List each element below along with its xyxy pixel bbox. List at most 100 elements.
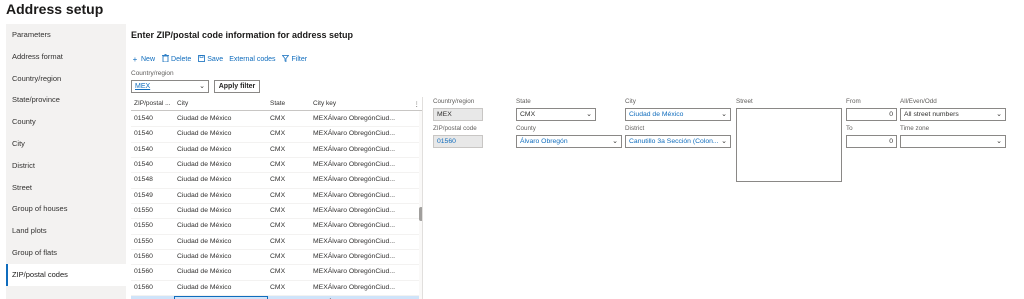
cell-state: CMX [270,191,286,199]
cell-city-key: MEXÁlvaro ObregónCiud... [313,222,395,230]
table-row[interactable]: 01560 Ciudad de México CMX MEXÁlvaro Obregó… [131,281,419,297]
city-label: City [625,98,636,105]
cell-city: Ciudad de México [177,222,232,230]
table-row[interactable]: 01540 Ciudad de México CMX MEXÁlvaro Obregó… [131,127,419,143]
country-field: MEX [433,108,483,121]
cell-state: CMX [270,176,286,184]
from-label: From [846,98,861,105]
sidebar-item-district[interactable]: District [6,155,126,177]
delete-button-label: Delete [171,55,192,63]
cell-city: Ciudad de México [177,283,232,291]
cell-city-key: MEXÁlvaro ObregónCiud... [313,115,395,122]
cell-city: Ciudad de México [177,207,232,215]
sidebar-item-country-region[interactable]: Country/region [6,68,126,90]
county-label: County [516,125,536,132]
cell-city: Ciudad de México [177,176,232,184]
to-field[interactable]: 0 [846,135,897,148]
scroll-thumb[interactable] [419,207,422,221]
table-row[interactable]: 01560 Ciudad de México CMX MEXÁlvaro Obregó… [131,250,419,266]
filter-button[interactable]: Filter [281,54,308,64]
sidebar-item-group-of-houses[interactable]: Group of houses [6,198,126,220]
sidebar-item-land-plots[interactable]: Land plots [6,220,126,242]
cell-zip: 01560 [134,253,153,261]
cell-state: CMX [270,237,286,245]
new-button-label: New [141,55,156,63]
timezone-select[interactable]: ⌄ [900,135,1006,148]
cell-zip: 01550 [134,207,153,215]
cell-zip: 01550 [134,237,153,245]
sidebar-item-state-province[interactable]: State/province [6,89,126,111]
page-title: Address setup [6,1,104,17]
new-button[interactable]: + New [131,55,155,64]
street-textarea[interactable] [736,108,842,182]
state-label: State [516,98,531,105]
city-value: Ciudad de México [629,111,684,118]
table-row[interactable]: 01560 Ciudad de México CMX MEXÁlvaro Obregó… [131,265,419,281]
to-label: To [846,125,853,132]
cell-state: CMX [270,161,286,169]
more-options-icon[interactable]: ⋮ [414,100,421,108]
table-row[interactable]: 01540 Ciudad de México CMX MEXÁlvaro Obregó… [131,112,419,128]
sidebar-item-zip-postal-codes[interactable]: ZIP/postal codes [6,263,126,286]
column-header-city[interactable]: City [177,100,188,107]
column-header-city-key[interactable]: City key [313,100,336,107]
cell-city-key: MEXÁlvaro ObregónCiud... [313,253,395,261]
cell-zip: 01560 [134,268,153,276]
table-row[interactable]: 01550 Ciudad de México CMX MEXÁlvaro Obregó… [131,204,419,220]
column-header-state[interactable]: State [270,100,285,107]
filter-icon [281,54,290,64]
apply-filter-button[interactable]: Apply filter [214,80,260,93]
cell-city-key: MEXÁlvaro ObregónCiud... [313,237,395,245]
sidebar-item-address-format[interactable]: Address format [6,46,126,68]
sidebar-item-street[interactable]: Street [6,177,126,199]
state-value: CMX [520,111,536,118]
cell-zip: 01540 [134,145,153,153]
chevron-down-icon: ⌄ [996,138,1002,145]
sidebar-item-group-of-flats[interactable]: Group of flats [6,242,126,264]
table-row[interactable]: 01540 Ciudad de México CMX MEXÁlvaro Obregó… [131,158,419,174]
cell-city: Ciudad de México [177,115,232,122]
chevron-down-icon: ⌄ [612,138,618,145]
parity-value: All street numbers [904,111,959,118]
table-row[interactable]: 01548 Ciudad de México CMX MEXÁlvaro Obregó… [131,173,419,189]
external-codes-button[interactable]: External codes [229,56,275,63]
district-select[interactable]: Canutillo 3a Sección (Colon... ⌄ [625,135,731,148]
table-row[interactable]: 01550 Ciudad de México CMX MEXÁlvaro Obregó… [131,235,419,251]
county-select[interactable]: Álvaro Obregón ⌄ [516,135,622,148]
district-label: District [625,125,645,132]
chevron-down-icon: ⌄ [721,111,727,118]
column-header-zip[interactable]: ZIP/postal ... [134,100,171,107]
cell-zip: 01549 [134,191,153,199]
table-row[interactable]: 01549 Ciudad de México CMX MEXÁlvaro Obregó… [131,189,419,205]
sidebar-item-county[interactable]: County [6,111,126,133]
cell-city: Ciudad de México [177,191,232,199]
cell-city: Ciudad de México [177,237,232,245]
cell-state: CMX [270,222,286,230]
table-row[interactable]: 01540 Ciudad de México CMX MEXÁlvaro Obregó… [131,143,419,159]
parity-select[interactable]: All street numbers ⌄ [900,108,1006,121]
delete-button[interactable]: Delete [161,54,191,64]
cell-city-key: MEXÁlvaro ObregónCiud... [313,207,395,215]
country-filter-select[interactable]: MEX ⌄ [131,80,209,93]
grid-header: ZIP/postal ... City State City key ⋮ [131,97,422,111]
cell-zip: 01540 [134,161,153,169]
country-label: Country/region [433,98,475,105]
plus-icon: + [132,54,138,64]
state-select[interactable]: CMX ⌄ [516,108,596,121]
from-field[interactable]: 0 [846,108,897,121]
sidebar-item-parameters[interactable]: Parameters [6,24,126,46]
cell-city: Ciudad de México [177,253,232,261]
parity-label: All/Even/Odd [900,98,937,105]
cell-zip: 01550 [134,222,153,230]
city-select[interactable]: Ciudad de México ⌄ [625,108,731,121]
sidebar-item-city[interactable]: City [6,133,126,155]
cell-city-key: MEXÁlvaro ObregónCiud... [313,283,395,291]
cell-state: CMX [270,145,286,153]
table-row[interactable]: 01550 Ciudad de México CMX MEXÁlvaro Obregó… [131,219,419,235]
cell-city: Ciudad de México [177,268,232,276]
cell-zip: 01540 [134,130,153,138]
filter-button-label: Filter [291,55,308,63]
save-button[interactable]: Save [197,54,223,64]
grid-scrollbar[interactable] [419,111,422,299]
cell-city: Ciudad de México [177,145,232,153]
